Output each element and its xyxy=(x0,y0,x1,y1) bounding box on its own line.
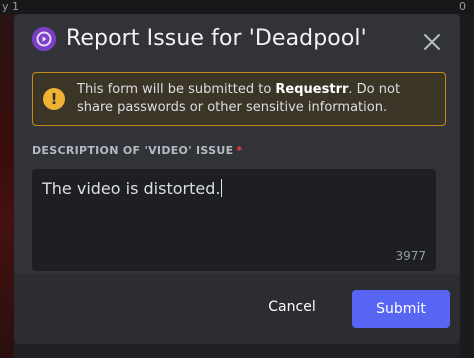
description-label-text: DESCRIPTION OF 'VIDEO' ISSUE xyxy=(32,144,234,157)
text-caret xyxy=(221,179,223,197)
report-issue-modal: Report Issue for 'Deadpool' ! This form … xyxy=(14,14,460,344)
close-icon xyxy=(424,34,440,50)
background-topbar xyxy=(0,0,474,14)
submit-button[interactable]: Submit xyxy=(352,290,450,328)
description-textarea[interactable]: The video is distorted. 3977 xyxy=(32,169,436,271)
character-counter: 3977 xyxy=(395,249,426,263)
warning-notice: ! This form will be submitted to Request… xyxy=(32,72,446,126)
close-button[interactable] xyxy=(420,30,444,54)
warning-icon: ! xyxy=(43,88,65,110)
modal-footer: Cancel Submit xyxy=(14,274,460,344)
requestrr-app-icon xyxy=(32,26,56,51)
modal-title: Report Issue for 'Deadpool' xyxy=(66,26,367,51)
background-text: y 1 xyxy=(2,0,20,13)
modal-header: Report Issue for 'Deadpool' xyxy=(32,26,367,51)
description-text: The video is distorted. xyxy=(42,179,221,198)
required-marker: * xyxy=(236,144,243,157)
cancel-button[interactable]: Cancel xyxy=(252,288,332,326)
background-text: 0 xyxy=(459,0,466,13)
warning-text-service: Requestrr xyxy=(275,82,349,97)
warning-text: This form will be submitted to Requestrr… xyxy=(77,81,431,117)
warning-text-before: This form will be submitted to xyxy=(77,82,276,97)
background-poster xyxy=(0,14,14,358)
background-panel xyxy=(460,14,474,358)
description-label: DESCRIPTION OF 'VIDEO' ISSUE * xyxy=(32,144,242,157)
